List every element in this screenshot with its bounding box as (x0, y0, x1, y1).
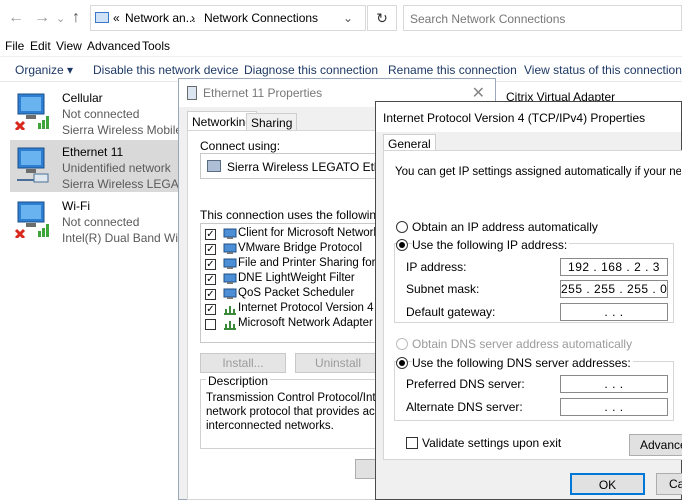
checkbox[interactable]: ✓ (205, 229, 216, 240)
search-input[interactable]: Search Network Connections (403, 5, 682, 31)
menu-file[interactable]: File (5, 39, 24, 53)
refresh-icon[interactable]: ↻ (367, 5, 397, 31)
manual-dns-radio[interactable] (396, 357, 408, 369)
preferred-dns-label: Preferred DNS server: (406, 377, 525, 391)
client-icon (223, 228, 237, 239)
adapter-status: Unidentified network (62, 161, 171, 175)
protocol-icon (224, 321, 236, 330)
auto-dns-label[interactable]: Obtain DNS server address automatically (412, 337, 632, 351)
adapter-status: Not connected (62, 215, 140, 229)
adapter-cellular[interactable]: Cellular Not connected Sierra Wireless M… (10, 86, 204, 138)
network-disconnected-icon (14, 93, 49, 130)
network-folder-icon (95, 12, 109, 23)
checkbox[interactable]: ✓ (205, 244, 216, 255)
manual-dns-label[interactable]: Use the following DNS server addresses: (412, 356, 633, 370)
address-bar-area: ← → ⌄ ↑ « Network an... › Network Connec… (0, 0, 682, 36)
service-icon (223, 288, 237, 299)
intro-text: You can get IP settings assigned automat… (395, 166, 681, 178)
checkbox[interactable] (205, 319, 216, 330)
adapter-status: Not connected (62, 107, 140, 121)
protocol-icon (224, 306, 236, 315)
advanced-button[interactable]: Advanced (629, 434, 682, 456)
subnet-mask-field[interactable]: 255 . 255 . 255 . 0 (560, 280, 668, 298)
checkbox[interactable]: ✓ (205, 274, 216, 285)
description-label: Description (206, 374, 271, 388)
ip-address-field[interactable]: 192 . 168 . 2 . 3 (560, 258, 668, 276)
back-arrow-icon[interactable]: ← (8, 9, 24, 27)
view-status-button[interactable]: View status of this connection (524, 63, 682, 77)
auto-dns-radio[interactable] (396, 338, 408, 350)
item-label: Client for Microsoft Networks (238, 227, 385, 239)
uninstall-button[interactable]: Uninstall (295, 353, 381, 373)
checkbox[interactable]: ✓ (205, 304, 216, 315)
item-label: QoS Packet Scheduler (238, 287, 355, 299)
dialog-title: Ethernet 11 Properties (203, 86, 323, 100)
network-card-icon (207, 160, 221, 172)
chevron-down-icon[interactable]: ⌄ (56, 12, 65, 25)
install-button[interactable]: Install... (200, 353, 286, 373)
menu-view[interactable]: View (56, 39, 82, 53)
checkbox[interactable]: ✓ (205, 259, 216, 270)
service-icon (223, 258, 237, 269)
ipv4-properties-dialog: Internet Protocol Version 4 (TCP/IPv4) P… (375, 101, 682, 500)
default-gateway-field[interactable]: . . . (560, 303, 668, 321)
item-label: VMware Bridge Protocol (238, 242, 362, 254)
wifi-disconnected-icon (14, 201, 49, 238)
breadcrumb-overflow[interactable]: « (113, 11, 120, 25)
breadcrumb-network-connections[interactable]: Network Connections (204, 11, 318, 25)
dialog-titlebar[interactable]: Internet Protocol Version 4 (TCP/IPv4) P… (376, 102, 681, 132)
address-dropdown-icon[interactable]: ⌄ (343, 11, 353, 25)
preferred-dns-field[interactable]: . . . (560, 375, 668, 393)
alternate-dns-label: Alternate DNS server: (406, 400, 523, 414)
adapter-name: Cellular (62, 91, 103, 105)
menu-advanced[interactable]: Advanced (87, 39, 140, 53)
adapter-wifi[interactable]: Wi-Fi Not connected Intel(R) Dual Band W… (10, 194, 204, 246)
validate-checkbox[interactable] (406, 437, 418, 449)
protocol-icon (223, 243, 237, 254)
adapter-name: Ethernet 11 (62, 145, 124, 159)
adapter-ethernet-11[interactable]: Ethernet 11 Unidentified network Sierra … (10, 140, 209, 192)
ethernet-icon (17, 147, 49, 183)
disable-device-button[interactable]: Disable this network device (93, 63, 238, 77)
auto-ip-radio[interactable] (396, 221, 408, 233)
item-label: DNE LightWeight Filter (238, 272, 355, 284)
adapter-name: Wi-Fi (62, 199, 90, 213)
connect-using-label: Connect using: (200, 139, 281, 153)
default-gateway-label: Default gateway: (406, 305, 496, 319)
tab-general[interactable]: General (383, 134, 436, 151)
breadcrumb-network[interactable]: Network an... (125, 11, 196, 25)
organize-button[interactable]: Organize ▾ (15, 63, 73, 77)
auto-ip-label[interactable]: Obtain an IP address automatically (412, 220, 598, 234)
ok-button[interactable]: OK (570, 473, 645, 495)
dialog-title: Internet Protocol Version 4 (TCP/IPv4) P… (383, 111, 646, 125)
tab-sharing[interactable]: Sharing (246, 113, 298, 131)
manual-ip-label[interactable]: Use the following IP address: (412, 238, 570, 252)
up-arrow-icon[interactable]: ↑ (72, 9, 80, 27)
cancel-button[interactable]: Ca (656, 473, 682, 495)
alternate-dns-field[interactable]: . . . (560, 398, 668, 416)
manual-ip-radio[interactable] (396, 239, 408, 251)
breadcrumb-separator: › (191, 11, 195, 25)
ip-address-label: IP address: (406, 260, 467, 274)
checkbox[interactable]: ✓ (205, 289, 216, 300)
validate-label[interactable]: Validate settings upon exit (422, 436, 561, 450)
menu-tools[interactable]: Tools (142, 39, 170, 53)
forward-arrow-icon[interactable]: → (34, 9, 50, 27)
subnet-mask-label: Subnet mask: (406, 282, 480, 296)
rename-button[interactable]: Rename this connection (388, 63, 517, 77)
general-panel: You can get IP settings assigned automat… (383, 150, 682, 460)
filter-icon (223, 273, 237, 284)
address-box[interactable]: « Network an... › Network Connections ⌄ (90, 5, 366, 31)
menu-edit[interactable]: Edit (30, 39, 51, 53)
close-icon[interactable]: ✕ (472, 83, 485, 103)
network-adapter-icon (187, 86, 197, 100)
diagnose-button[interactable]: Diagnose this connection (244, 63, 378, 77)
menu-bar: File Edit View Advanced Tools (0, 37, 682, 55)
